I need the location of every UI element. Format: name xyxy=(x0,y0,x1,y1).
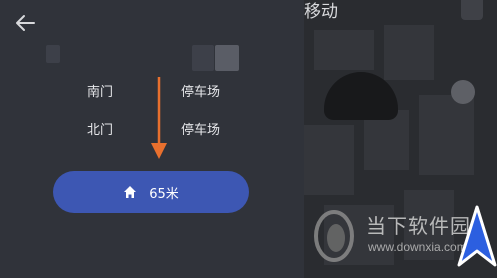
blurred-text xyxy=(215,45,239,71)
map-control[interactable] xyxy=(461,0,483,20)
watermark-url: www.downxia.com xyxy=(368,240,467,254)
route-location-south: 南门 xyxy=(87,85,114,100)
navigation-compass-icon[interactable] xyxy=(457,205,497,275)
map-view[interactable]: 移动 当下软件园 www.downxia.com xyxy=(304,0,497,278)
down-arrow-icon xyxy=(151,77,167,159)
map-title: 移动 xyxy=(304,2,338,22)
back-arrow-icon[interactable] xyxy=(14,12,36,34)
route-location-north: 北门 xyxy=(87,123,114,138)
face-icon[interactable] xyxy=(451,80,475,104)
map-building xyxy=(314,30,374,70)
map-building xyxy=(384,25,434,80)
blurred-text xyxy=(192,45,214,71)
home-icon xyxy=(124,186,137,198)
map-building xyxy=(419,95,474,175)
route-type-south: 停车场 xyxy=(181,85,221,100)
navigate-button[interactable]: 65米 xyxy=(53,171,249,213)
watermark-logo-icon xyxy=(314,210,354,262)
route-panel: 南门 停车场 北门 停车场 65米 xyxy=(0,0,304,278)
watermark-text: 当下软件园 xyxy=(366,216,471,238)
map-building xyxy=(304,125,354,195)
blurred-text xyxy=(46,45,60,63)
route-type-north: 停车场 xyxy=(181,123,221,138)
navigate-distance: 65米 xyxy=(149,186,179,202)
